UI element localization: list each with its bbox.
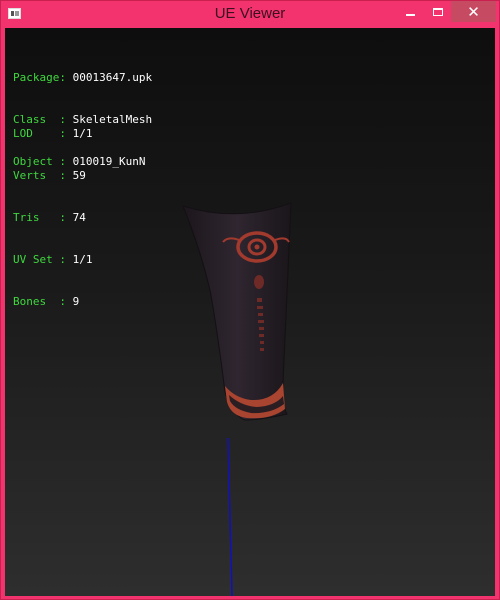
- maximize-button[interactable]: [424, 1, 451, 22]
- close-icon: ✕: [467, 2, 480, 21]
- app-window: UE Viewer ✕ Package: 00013647.upk Class …: [0, 0, 500, 600]
- 3d-viewport[interactable]: Package: 00013647.upk Class : SkeletalMe…: [5, 28, 495, 596]
- sleeve-mesh: [182, 202, 292, 421]
- maximize-icon: [432, 7, 443, 16]
- mesh-render: [182, 202, 292, 596]
- vertical-axis-line: [227, 437, 233, 596]
- minimize-icon: [406, 13, 415, 16]
- close-button[interactable]: ✕: [451, 1, 496, 22]
- title-bar[interactable]: UE Viewer ✕: [1, 1, 499, 28]
- minimize-button[interactable]: [397, 1, 424, 22]
